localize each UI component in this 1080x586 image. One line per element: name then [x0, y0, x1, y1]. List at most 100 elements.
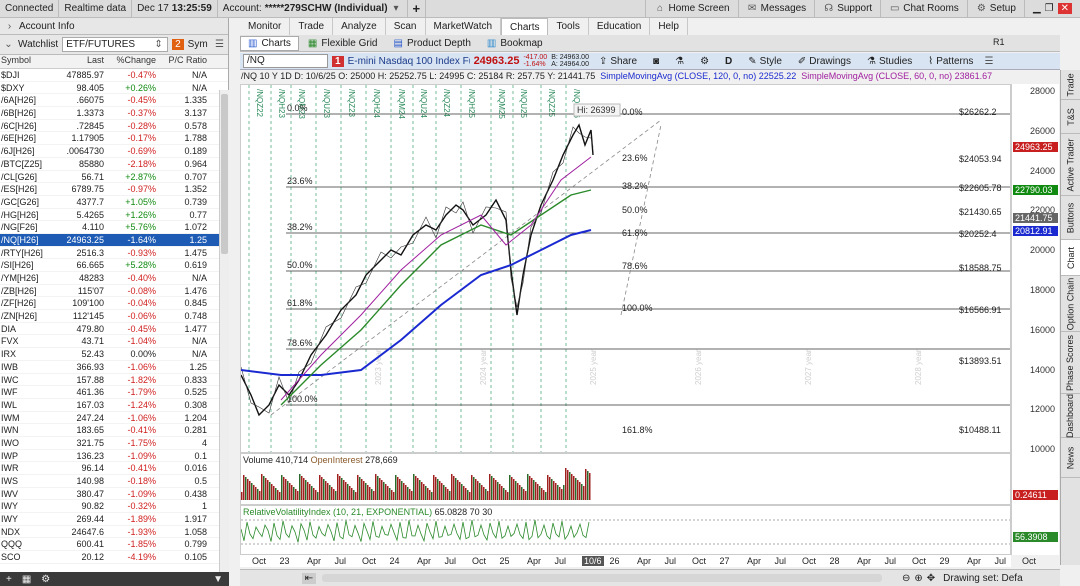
zoom-out-icon[interactable]: ⊖	[902, 573, 910, 584]
scroll-start-button[interactable]: ⇤	[302, 572, 316, 584]
watchlist-row[interactable]: FVX 43.71 -1.04% N/A	[0, 335, 228, 349]
watchlist-row[interactable]: IWS 140.98 -0.18% 0.5	[0, 475, 228, 488]
volume-pane[interactable]: Volume 410,714 OpenInterest 278,669	[240, 453, 1011, 505]
watchlist-row[interactable]: $DXY 98.405 +0.26% N/A	[0, 82, 228, 95]
watchlist-row[interactable]: $DJI 47885.97 -0.47% N/A	[0, 69, 228, 82]
setup-button[interactable]: ⚙ Setup	[966, 0, 1024, 18]
watchlist-row[interactable]: IWY 269.44 -1.89% 1.917	[0, 513, 228, 526]
right-tab-t-s[interactable]: T&S	[1061, 100, 1080, 134]
right-tab-news[interactable]: News	[1061, 438, 1080, 478]
period-button[interactable]: D	[719, 54, 738, 69]
watchlist-row[interactable]: DIA 479.80 -0.45% 1.477	[0, 323, 228, 336]
menu-help[interactable]: Help	[650, 18, 688, 35]
support-button[interactable]: ☊ Support	[814, 0, 880, 18]
menu-scan[interactable]: Scan	[386, 18, 426, 35]
snapshot-button[interactable]: ◙	[647, 54, 665, 69]
settings-button[interactable]: ⚙	[694, 54, 715, 69]
flask-button[interactable]: ⚗	[669, 54, 690, 69]
watchlist-row[interactable]: /6A[H26] .66075 -0.45% 1.335	[0, 94, 228, 108]
col-last[interactable]: Last	[54, 55, 104, 68]
share-button[interactable]: ⇪ Share	[593, 54, 643, 69]
price-axis[interactable]: 28000 26000 24000 22000 20000 18000 16000 14000…	[1011, 84, 1059, 454]
zoom-in-icon[interactable]: ⊕	[914, 573, 922, 584]
watchlist-row[interactable]: /NG[F26] 4.110 +5.76% 1.072	[0, 221, 228, 234]
messages-button[interactable]: ✉ Messages	[737, 0, 815, 18]
watchlist-row[interactable]: IWV 380.47 -1.09% 0.438	[0, 488, 228, 501]
watchlist-row[interactable]: SCO 20.12 -4.19% 0.105	[0, 551, 228, 564]
watchlist-row[interactable]: IWO 321.75 -1.75% 4	[0, 437, 228, 450]
watchlist-row[interactable]: IWP 136.23 -1.09% 0.1	[0, 450, 228, 463]
watchlist-row[interactable]: /NQ[H26] 24963.25 -1.64% 1.25	[0, 233, 228, 247]
symbol-entry[interactable]: Sym	[188, 39, 208, 50]
close-button[interactable]: ✕	[1057, 3, 1072, 14]
watchlist-row[interactable]: /ZF[H26] 109'100 -0.04% 0.845	[0, 297, 228, 311]
link-badge[interactable]: 2	[172, 39, 184, 50]
watchlist-row[interactable]: /6B[H26] 1.3373 -0.37% 3.137	[0, 107, 228, 120]
chevron-down-icon[interactable]: ⌄	[3, 39, 14, 50]
watchlist-row[interactable]: IWB 366.93 -1.06% 1.25	[0, 361, 228, 374]
price-chart[interactable]: /NQZ22/NQH23/NQM23/NQU23/NQZ23/NQH24/NQM…	[240, 84, 1011, 453]
maximize-button[interactable]: ❐	[1045, 3, 1054, 14]
symbol-input[interactable]: /NQ	[243, 54, 328, 68]
home-screen-button[interactable]: ⌂ Home Screen	[645, 0, 737, 18]
right-tab-trade[interactable]: Trade	[1061, 70, 1080, 100]
watchlist-row[interactable]: /6C[H26] .72845 -0.28% 0.578	[0, 120, 228, 133]
link-badge[interactable]: 1	[332, 55, 344, 67]
menu-education[interactable]: Education	[589, 18, 651, 35]
subtab-charts[interactable]: ▥ Charts	[240, 35, 299, 51]
col-pc-ratio[interactable]: P/C Ratio	[156, 55, 209, 68]
right-tab-active-trader[interactable]: Active Trader	[1061, 134, 1080, 196]
right-tab-buttons[interactable]: Buttons	[1061, 196, 1080, 240]
watchlist-row[interactable]: /ZB[H26] 115'07 -0.08% 1.476	[0, 285, 228, 298]
studies-button[interactable]: ⚗ Studies	[861, 54, 918, 69]
menu-trade[interactable]: Trade	[290, 18, 334, 35]
menu-marketwatch[interactable]: MarketWatch	[426, 18, 502, 35]
rvi-pane[interactable]: RelativeVolatilityIndex (10, 21, EXPONEN…	[240, 505, 1011, 555]
watchlist-row[interactable]: /RTY[H26] 2516.3 -0.93% 1.475	[0, 247, 228, 260]
right-tab-phase-scores[interactable]: Phase Scores	[1061, 332, 1080, 394]
menu-analyze[interactable]: Analyze	[333, 18, 386, 35]
menu-charts[interactable]: Charts	[501, 18, 549, 35]
watchlist-row[interactable]: IWF 461.36 -1.79% 0.525	[0, 386, 228, 399]
subtab-bookmap[interactable]: ▥ Bookmap	[480, 36, 550, 51]
col-change[interactable]: %Change	[104, 55, 156, 68]
menu-icon[interactable]: ☰	[214, 39, 225, 50]
watchlist-row[interactable]: /YM[H26] 48283 -0.40% N/A	[0, 272, 228, 285]
watchlist-row[interactable]: /GC[G26] 4377.7 +1.05% 0.739	[0, 196, 228, 209]
menu-icon[interactable]: ☰	[983, 56, 994, 67]
pan-icon[interactable]: ✥	[927, 573, 935, 584]
watchlist-row[interactable]: /HG[H26] 5.4265 +1.26% 0.77	[0, 209, 228, 222]
gear-icon[interactable]: ⚙	[41, 574, 50, 585]
watchlist-row[interactable]: IWL 167.03 -1.24% 0.308	[0, 399, 228, 412]
minimize-button[interactable]: ▁	[1033, 3, 1041, 14]
watchlist-row[interactable]: /6E[H26] 1.17905 -0.17% 1.788	[0, 132, 228, 146]
account-info-header[interactable]: › Account Info	[0, 18, 228, 35]
watchlist-row[interactable]: /6J[H26] .0064730 -0.69% 0.189	[0, 145, 228, 158]
watchlist-row[interactable]: IWY 90.82 -0.32% 1	[0, 500, 228, 514]
patterns-button[interactable]: ⌇ Patterns	[922, 54, 979, 69]
watchlist-row[interactable]: /CL[G26] 56.71 +2.87% 0.707	[0, 171, 228, 184]
watchlist-row[interactable]: QQQ 600.41 -1.85% 0.799	[0, 538, 228, 552]
watchlist-row[interactable]: NDX 24647.6 -1.93% 1.058	[0, 526, 228, 539]
watchlist-scrollbar[interactable]	[219, 90, 229, 572]
scroll-thumb[interactable]	[221, 94, 228, 254]
add-tab-button[interactable]: +	[408, 0, 427, 18]
right-tab-option-chain[interactable]: Option Chain	[1061, 276, 1080, 332]
grid-icon[interactable]: ▦	[22, 574, 31, 585]
watchlist-row[interactable]: IWC 157.88 -1.82% 0.833	[0, 374, 228, 387]
col-symbol[interactable]: Symbol	[0, 55, 54, 68]
watchlist-row[interactable]: IWN 183.65 -0.41% 0.281	[0, 424, 228, 437]
watchlist-row[interactable]: IWM 247.24 -1.06% 1.204	[0, 412, 228, 425]
plus-icon[interactable]: +	[6, 574, 12, 585]
caret-down-icon[interactable]: ▼	[213, 574, 223, 585]
price-chart-svg[interactable]: /NQZ22/NQH23/NQM23/NQU23/NQZ23/NQH24/NQM…	[241, 85, 1011, 453]
chat-rooms-button[interactable]: ▭ Chat Rooms	[880, 0, 967, 18]
right-tab-chart[interactable]: Chart	[1061, 240, 1080, 276]
subtab-product-depth[interactable]: ▤ Product Depth	[387, 36, 478, 51]
time-axis[interactable]: Oct 23 Apr Jul Oct 24 Apr Jul Oct 25 Apr Jul 10/6 26 A…	[240, 555, 1036, 567]
watchlist-row[interactable]: IRX 52.43 0.00% N/A	[0, 348, 228, 361]
watchlist-row[interactable]: IWR 96.14 -0.41% 0.016	[0, 462, 228, 475]
watchlist-selector[interactable]: ETF/FUTURES ⇕	[62, 37, 169, 52]
account-selector[interactable]: Account: *****279SCHW (Individual) ▾	[218, 0, 408, 18]
watchlist-row[interactable]: /BTC[Z25] 85880 -2.18% 0.964	[0, 158, 228, 171]
